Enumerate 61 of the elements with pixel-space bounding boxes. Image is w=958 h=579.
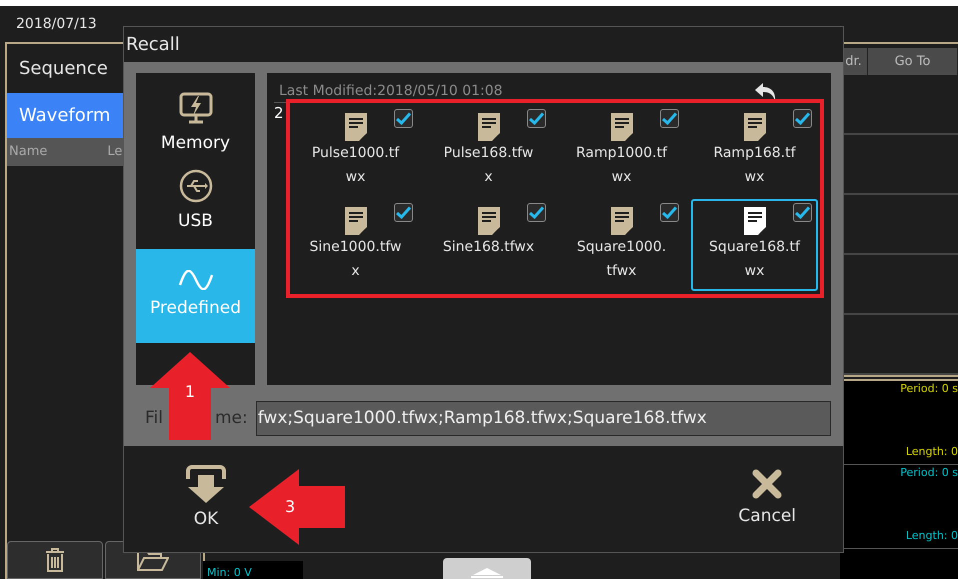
source-label: USB — [178, 210, 213, 234]
min-reading: Min: 0 V — [206, 564, 252, 579]
recall-download-icon — [184, 465, 228, 506]
file-item[interactable]: Ramp1000.tfwx — [558, 105, 685, 197]
column-header: Le — [107, 143, 122, 162]
annotation-number: 3 — [285, 496, 296, 518]
back-arrow-icon[interactable] — [754, 82, 778, 102]
file-name: Ramp1000.tfwx — [576, 144, 668, 187]
cancel-button[interactable]: Cancel — [738, 468, 796, 530]
delete-button[interactable] — [7, 541, 103, 579]
checkbox[interactable] — [660, 109, 679, 128]
file-item[interactable]: Square168.tfwx — [691, 198, 818, 290]
file-name: Sine1000.tfwx — [310, 238, 402, 280]
checkbox[interactable] — [394, 109, 413, 128]
file-name: Square1000.tfwx — [576, 238, 668, 280]
last-modified-text: Last Modified:2018/05/10 01:08 — [279, 82, 503, 101]
date-label: 2018/07/13 — [16, 14, 97, 34]
length-reading: Length: 0 — [906, 528, 958, 544]
document-icon — [344, 113, 366, 141]
file-item[interactable]: Square1000.tfwx — [558, 198, 685, 290]
document-icon — [610, 206, 632, 234]
period-reading: Period: 0 s — [900, 465, 958, 481]
cut-text: 2 — [274, 103, 285, 124]
sine-wave-icon — [178, 270, 214, 290]
period-reading: Period: 0 s — [900, 381, 958, 397]
usb-icon — [178, 169, 212, 204]
file-name-field[interactable]: fwx;Square1000.tfwx;Ramp168.tfwx;Square168.tfwx — [256, 401, 831, 436]
file-item[interactable]: Pulse1000.tfwx — [292, 105, 419, 197]
file-item[interactable]: Sine1000.tfwx — [292, 198, 419, 290]
length-reading: Length: 0 — [906, 444, 958, 460]
source-item[interactable]: USB — [136, 163, 255, 241]
trash-icon — [45, 548, 65, 572]
checkbox[interactable] — [527, 109, 546, 128]
ok-button[interactable]: OK — [184, 465, 228, 533]
file-name: Ramp168.tfwx — [712, 144, 797, 187]
checkbox[interactable] — [527, 202, 546, 222]
close-icon — [751, 468, 784, 500]
document-icon — [478, 206, 500, 234]
source-label: Predefined — [150, 297, 241, 320]
annotation-number: 1 — [184, 381, 196, 403]
file-item[interactable]: Pulse168.tfwx — [425, 105, 552, 197]
checkbox[interactable] — [394, 202, 413, 222]
file-item[interactable]: Ramp168.tfwx — [691, 105, 818, 197]
file-name: Square168.tfwx — [708, 238, 800, 280]
file-item[interactable]: Sine168.tfwx — [425, 198, 552, 290]
checkbox[interactable] — [793, 109, 812, 128]
file-name-label: me: — [215, 406, 248, 430]
checkbox[interactable] — [660, 202, 679, 222]
file-name: Pulse1000.tfwx — [310, 144, 400, 187]
triangle-up-icon — [469, 567, 505, 579]
monitor-lightning-icon — [178, 91, 212, 126]
document-icon — [344, 206, 366, 234]
document-icon — [744, 113, 766, 141]
document-icon — [744, 206, 766, 234]
file-name: Sine168.tfwx — [442, 238, 534, 256]
document-icon — [478, 113, 500, 141]
file-name: Pulse168.tfwx — [442, 144, 534, 187]
checkbox[interactable] — [793, 202, 812, 222]
file-name-label: Fil — [145, 406, 163, 430]
column-header: Name — [9, 143, 48, 162]
document-icon — [610, 113, 632, 141]
